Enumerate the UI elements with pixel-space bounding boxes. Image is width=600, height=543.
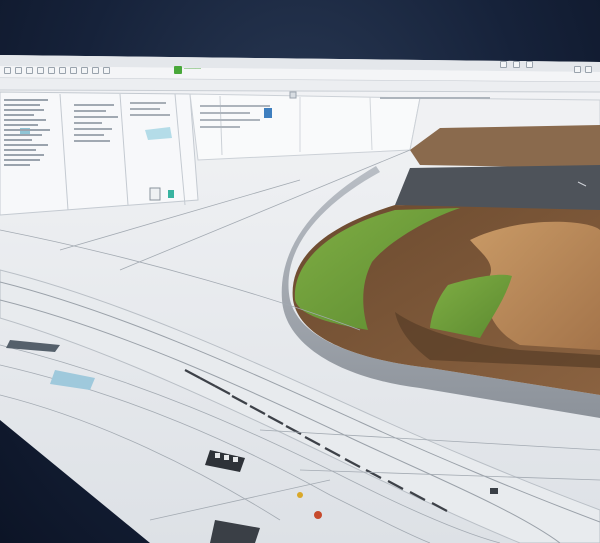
render-icon[interactable] xyxy=(103,67,110,74)
layers-icon[interactable] xyxy=(48,67,55,74)
terrain-icon[interactable] xyxy=(81,67,88,74)
close-icon[interactable] xyxy=(585,66,592,73)
rotate-icon[interactable] xyxy=(26,67,33,74)
properties-rows[interactable] xyxy=(200,100,290,133)
status-dot-icon xyxy=(168,190,174,198)
camera-icon[interactable] xyxy=(92,67,99,74)
marker-red-icon xyxy=(314,511,322,519)
marker-yellow-icon xyxy=(297,492,303,498)
model-viewport[interactable] xyxy=(0,0,600,543)
document-tab[interactable]: ——— xyxy=(184,66,201,72)
right-toolbar xyxy=(574,66,592,73)
select-icon[interactable] xyxy=(4,67,11,74)
ribbon-labels[interactable] xyxy=(380,95,500,101)
minimize-icon[interactable] xyxy=(500,61,507,68)
grid-icon[interactable] xyxy=(59,67,66,74)
maximize-icon[interactable] xyxy=(513,61,520,68)
measure-icon[interactable] xyxy=(70,67,77,74)
toolbar xyxy=(4,67,110,74)
window-controls xyxy=(500,61,533,68)
attribute-list[interactable] xyxy=(130,98,174,120)
app-logo-icon xyxy=(174,66,182,74)
panel-toggle-icon[interactable] xyxy=(289,91,297,99)
cad-application-window: ——— xyxy=(0,0,600,543)
node-icon xyxy=(149,187,161,201)
object-list[interactable] xyxy=(74,100,122,146)
restore-icon[interactable] xyxy=(526,61,533,68)
marker-dark-icon xyxy=(490,488,498,494)
scale-icon[interactable] xyxy=(37,67,44,74)
terrain-back-ridge xyxy=(410,125,600,168)
settings-icon[interactable] xyxy=(574,66,581,73)
move-icon[interactable] xyxy=(15,67,22,74)
layer-tree[interactable] xyxy=(4,96,54,169)
